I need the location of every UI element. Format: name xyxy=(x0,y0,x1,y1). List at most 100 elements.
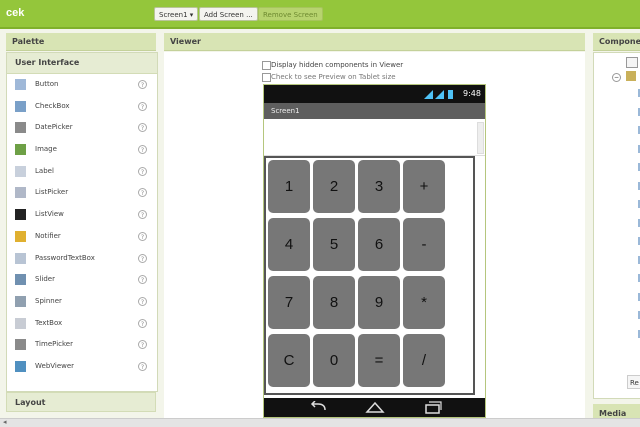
palette-panel: User Interface Button? CheckBox? DatePicke… xyxy=(6,52,158,392)
key-7-button[interactable]: 7 xyxy=(268,276,310,329)
help-icon[interactable]: ? xyxy=(138,253,147,263)
help-icon[interactable]: ? xyxy=(138,101,147,111)
help-icon[interactable]: ? xyxy=(138,275,147,285)
key-minus-button[interactable]: - xyxy=(403,218,445,271)
help-icon[interactable]: ? xyxy=(138,361,147,371)
palette-item-label: PasswordTextBox xyxy=(35,253,95,262)
key-4-button[interactable]: 4 xyxy=(268,218,310,271)
component-tree-item-icon[interactable] xyxy=(626,57,638,68)
add-screen-button[interactable]: Add Screen ... xyxy=(199,7,258,21)
palette-item-listview[interactable]: ListView? xyxy=(7,204,157,226)
spinner-icon xyxy=(15,295,26,307)
palette-list: Button? CheckBox? DatePicker? Image? Label? L… xyxy=(7,74,157,378)
help-icon[interactable]: ? xyxy=(138,188,147,198)
listview-icon xyxy=(15,209,26,221)
webviewer-icon xyxy=(15,360,26,372)
palette-item-label: Slider xyxy=(35,275,55,284)
palette-item-textbox[interactable]: TextBox? xyxy=(7,313,157,335)
slider-icon xyxy=(15,274,26,286)
palette-item-label: Image xyxy=(35,145,57,154)
palette-item-label: TextBox xyxy=(35,318,63,327)
datepicker-icon xyxy=(15,122,26,134)
phone-preview: 9:48 Screen1 1 2 3 +4 5 6- 7 8 9 * C 0 = / xyxy=(263,84,486,418)
key-2-button[interactable]: 2 xyxy=(313,160,355,213)
tablet-preview-label: Check to see Preview on Tablet size xyxy=(271,73,396,81)
screen-component-icon[interactable] xyxy=(626,71,636,81)
textbox-scrollbar[interactable] xyxy=(477,122,484,154)
key-0-button[interactable]: 0 xyxy=(313,334,355,387)
keypad-grid: 1 2 3 +4 5 6- 7 8 9 * C 0 = / xyxy=(264,156,475,395)
collapse-icon[interactable]: − xyxy=(612,73,621,82)
palette-item-label: Notifier xyxy=(35,231,61,240)
key-3-button[interactable]: 3 xyxy=(358,160,400,213)
help-icon[interactable]: ? xyxy=(138,123,147,133)
help-icon[interactable]: ? xyxy=(138,318,147,328)
hidden-components-label: Display hidden components in Viewer xyxy=(271,61,404,69)
display-textbox[interactable] xyxy=(264,119,485,156)
key-1-button[interactable]: 1 xyxy=(268,160,310,213)
key-plus-button[interactable]: + xyxy=(403,160,445,213)
components-header: Componen xyxy=(593,33,640,51)
help-icon[interactable]: ? xyxy=(138,80,147,89)
palette-item-label: TimePicker xyxy=(35,340,73,349)
help-icon[interactable]: ? xyxy=(138,231,147,241)
palette-item-timepicker[interactable]: TimePicker? xyxy=(7,334,157,356)
label-icon xyxy=(15,165,26,177)
help-icon[interactable]: ? xyxy=(138,340,147,350)
rename-button[interactable]: Re xyxy=(627,375,640,389)
palette-item-label: Spinner xyxy=(35,296,62,305)
key-6-button[interactable]: 6 xyxy=(358,218,400,271)
palette-item-notifier[interactable]: Notifier? xyxy=(7,226,157,248)
key-8-button[interactable]: 8 xyxy=(313,276,355,329)
palette-item-datepicker[interactable]: DatePicker? xyxy=(7,117,157,139)
layout-category[interactable]: Layout xyxy=(6,392,156,412)
key-9-button[interactable]: 9 xyxy=(358,276,400,329)
help-icon[interactable]: ? xyxy=(138,145,147,155)
top-toolbar: cek Screen1 ▾ Add Screen ... Remove Scre… xyxy=(0,0,640,29)
help-icon[interactable]: ? xyxy=(138,210,147,220)
status-bar: 9:48 xyxy=(264,85,485,103)
project-name: cek xyxy=(6,7,25,19)
nav-bar xyxy=(264,398,485,417)
palette-item-webviewer[interactable]: WebViewer? xyxy=(7,356,157,378)
listpicker-icon xyxy=(15,187,26,199)
help-icon[interactable]: ? xyxy=(138,296,147,306)
recent-apps-icon[interactable] xyxy=(424,401,442,414)
palette-item-spinner[interactable]: Spinner? xyxy=(7,291,157,313)
back-icon[interactable] xyxy=(309,401,327,414)
wifi-signal-icon xyxy=(424,90,453,99)
key-multiply-button[interactable]: * xyxy=(403,276,445,329)
palette-item-checkbox[interactable]: CheckBox? xyxy=(7,96,157,118)
scroll-left-icon[interactable]: ◂ xyxy=(3,418,7,426)
palette-item-listpicker[interactable]: ListPicker? xyxy=(7,182,157,204)
key-divide-button[interactable]: / xyxy=(403,334,445,387)
key-clear-button[interactable]: C xyxy=(268,334,310,387)
key-equals-button[interactable]: = xyxy=(358,334,400,387)
hidden-components-checkbox[interactable] xyxy=(262,61,271,70)
button-icon xyxy=(15,79,26,90)
components-panel: − Re xyxy=(593,52,640,399)
palette-item-label: ListView xyxy=(35,210,64,219)
status-time: 9:48 xyxy=(463,89,481,98)
palette-item-label: DatePicker xyxy=(35,123,73,132)
palette-item-image[interactable]: Image? xyxy=(7,139,157,161)
palette-item-slider[interactable]: Slider? xyxy=(7,269,157,291)
key-5-button[interactable]: 5 xyxy=(313,218,355,271)
palette-item-passwordtextbox[interactable]: PasswordTextBox? xyxy=(7,248,157,270)
screen-selector[interactable]: Screen1 ▾ xyxy=(154,7,199,21)
user-interface-category[interactable]: User Interface xyxy=(7,53,157,74)
palette-item-label[interactable]: Label? xyxy=(7,161,157,183)
palette-header: Palette xyxy=(6,33,156,51)
passwordtextbox-icon xyxy=(15,252,26,264)
palette-item-button[interactable]: Button? xyxy=(7,74,157,96)
palette-item-label: Button xyxy=(35,80,59,88)
timepicker-icon xyxy=(15,339,26,351)
remove-screen-button[interactable]: Remove Screen xyxy=(258,7,323,21)
help-icon[interactable]: ? xyxy=(138,166,147,176)
tablet-preview-checkbox[interactable] xyxy=(262,73,271,82)
viewer-header: Viewer xyxy=(164,33,585,51)
home-icon[interactable] xyxy=(365,401,385,414)
textbox-icon xyxy=(15,317,26,329)
palette-item-label: WebViewer xyxy=(35,361,75,370)
palette-item-label: ListPicker xyxy=(35,188,69,197)
